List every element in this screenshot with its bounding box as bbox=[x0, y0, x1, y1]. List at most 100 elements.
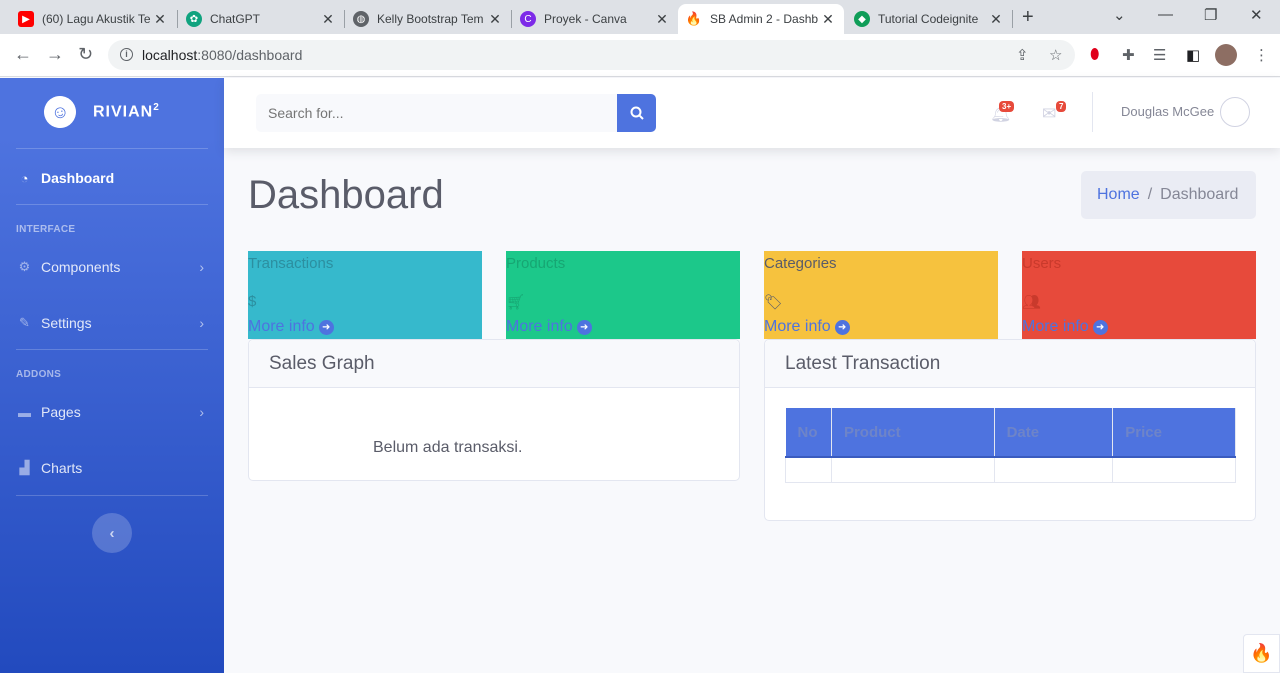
close-icon[interactable]: ✕ bbox=[320, 11, 336, 28]
card-header: Latest Transaction bbox=[765, 340, 1255, 388]
browser-tab-kelly[interactable]: ◍ Kelly Bootstrap Tem ✕ bbox=[345, 4, 511, 34]
search-input[interactable] bbox=[256, 94, 618, 132]
tab-search-chevron-icon[interactable]: ⌄ bbox=[1113, 6, 1126, 24]
stat-label: Users bbox=[1022, 255, 1062, 272]
breadcrumb: Home / Dashboard bbox=[1081, 171, 1256, 219]
sidebar-item-label: Charts bbox=[41, 460, 83, 476]
bookmark-star-icon[interactable]: ☆ bbox=[1049, 46, 1062, 64]
envelope-icon[interactable]: ✉ bbox=[1042, 104, 1056, 124]
sidebar: ☺ RIVIAN2 ◔ Dashboard INTERFACE ⚙ Compon… bbox=[0, 78, 224, 673]
search-button[interactable] bbox=[617, 94, 656, 132]
close-icon[interactable]: ✕ bbox=[654, 11, 670, 28]
messages-badge: 7 bbox=[1056, 101, 1067, 112]
column-header-no: No bbox=[785, 408, 832, 458]
sales-graph-card: Sales Graph Belum ada transaksi. bbox=[248, 339, 740, 481]
sidebar-item-dashboard[interactable]: ◔ Dashboard bbox=[16, 170, 208, 186]
new-tab-button[interactable]: + bbox=[1022, 6, 1034, 29]
sidebar-divider bbox=[16, 349, 208, 350]
more-info-label: More info bbox=[248, 318, 315, 335]
more-info-link[interactable]: More info ➜ bbox=[506, 318, 592, 336]
browser-tab-canva[interactable]: C Proyek - Canva ✕ bbox=[512, 4, 678, 34]
extensions-puzzle-icon[interactable]: ✚ bbox=[1122, 46, 1135, 64]
more-info-label: More info bbox=[764, 318, 831, 335]
wrench-icon: ✎ bbox=[19, 315, 30, 330]
sidebar-item-label: Pages bbox=[41, 404, 81, 420]
restore-button[interactable]: ❐ bbox=[1204, 6, 1217, 24]
browser-tab-tutorial[interactable]: ◆ Tutorial Codeignite ✕ bbox=[846, 4, 1012, 34]
users-icon: 👥︎ bbox=[1022, 294, 1042, 311]
breadcrumb-home-link[interactable]: Home bbox=[1097, 186, 1140, 204]
browser-tab-bar: ▶ (60) Lagu Akustik Te ✕ ✿ ChatGPT ✕ ◍ K… bbox=[0, 0, 1280, 34]
url-path: :8080/dashboard bbox=[197, 47, 303, 63]
close-icon[interactable]: ✕ bbox=[988, 11, 1004, 28]
latest-transaction-card: Latest Transaction No Product Date Price bbox=[764, 339, 1256, 521]
sidebar-item-components[interactable]: ⚙ Components › bbox=[16, 259, 208, 275]
more-info-link[interactable]: More info ➜ bbox=[248, 318, 334, 336]
close-icon[interactable]: ✕ bbox=[820, 11, 836, 28]
tachometer-icon: ◔ bbox=[20, 170, 29, 186]
arrow-circle-right-icon: ➜ bbox=[318, 319, 334, 335]
browser-tab-youtube[interactable]: ▶ (60) Lagu Akustik Te ✕ bbox=[10, 4, 176, 34]
search-icon bbox=[630, 106, 644, 120]
brand-name: RIVIAN2 bbox=[93, 102, 160, 121]
brand-text: RIVIAN bbox=[93, 103, 154, 121]
menu-kebab-icon[interactable]: ⋮ bbox=[1254, 46, 1269, 64]
sidebar-divider bbox=[16, 204, 208, 205]
table-row bbox=[785, 456, 1236, 483]
cog-icon: ⚙ bbox=[18, 259, 31, 274]
tab-title: Tutorial Codeignite bbox=[878, 12, 979, 26]
folder-icon: ▬ bbox=[18, 404, 31, 420]
more-info-link[interactable]: More info ➜ bbox=[764, 318, 850, 336]
media-control-icon[interactable]: ☰ bbox=[1153, 46, 1166, 64]
globe-icon: ◍ bbox=[353, 11, 369, 27]
breadcrumb-separator: / bbox=[1147, 186, 1153, 203]
minimize-button[interactable]: — bbox=[1158, 6, 1173, 23]
sidebar-item-settings[interactable]: ✎ Settings › bbox=[16, 315, 208, 331]
table-cell bbox=[993, 456, 1114, 483]
share-icon[interactable]: ⇪ bbox=[1016, 46, 1029, 64]
column-header-price: Price bbox=[1112, 408, 1236, 458]
sidebar-item-pages[interactable]: ▬ Pages › bbox=[16, 404, 208, 420]
address-bar[interactable]: i localhost:8080/dashboard ⇪ ☆ bbox=[108, 40, 1075, 70]
breadcrumb-current: Dashboard bbox=[1160, 186, 1239, 203]
sidebar-item-charts[interactable]: ▟ Charts bbox=[16, 460, 208, 476]
youtube-icon: ▶ bbox=[18, 11, 34, 27]
table-header-row: No Product Date Price bbox=[785, 408, 1236, 458]
more-info-label: More info bbox=[506, 318, 573, 335]
transactions-table: No Product Date Price bbox=[785, 408, 1236, 483]
table-cell bbox=[830, 456, 995, 483]
browser-tab-chatgpt[interactable]: ✿ ChatGPT ✕ bbox=[178, 4, 344, 34]
browser-tab-sb-admin[interactable]: 🔥 SB Admin 2 - Dashb ✕ bbox=[678, 4, 844, 34]
codeigniter-debug-toolbar-icon[interactable]: 🔥 bbox=[1243, 634, 1280, 673]
close-icon[interactable]: ✕ bbox=[152, 11, 168, 28]
arrow-circle-right-icon: ➜ bbox=[1092, 319, 1108, 335]
sidebar-brand[interactable]: ☺ RIVIAN2 bbox=[40, 92, 160, 132]
close-icon[interactable]: ✕ bbox=[487, 11, 503, 28]
stat-box-categories: Categories 🏷︎ More info ➜ bbox=[764, 251, 998, 339]
sidebar-heading-interface: INTERFACE bbox=[16, 224, 76, 235]
sidebar-toggle-button[interactable]: ‹ bbox=[92, 513, 132, 553]
chevron-right-icon: › bbox=[199, 404, 204, 420]
stat-label: Categories bbox=[764, 255, 837, 272]
more-info-link[interactable]: More info ➜ bbox=[1022, 318, 1108, 336]
profile-avatar[interactable] bbox=[1215, 44, 1237, 66]
site-info-icon[interactable]: i bbox=[120, 48, 133, 61]
forward-arrow-icon[interactable]: → bbox=[46, 44, 64, 65]
sidebar-divider bbox=[16, 495, 208, 496]
opera-extension-icon[interactable]: ⬮ bbox=[1090, 46, 1099, 63]
side-panel-icon[interactable]: ◧ bbox=[1186, 46, 1200, 64]
url-text[interactable]: localhost:8080/dashboard bbox=[142, 47, 302, 63]
chart-area-icon: ▟ bbox=[19, 460, 30, 475]
chatgpt-icon: ✿ bbox=[186, 11, 202, 27]
user-avatar[interactable] bbox=[1220, 97, 1250, 127]
column-header-product: Product bbox=[831, 408, 995, 458]
card-header: Sales Graph bbox=[249, 340, 739, 388]
reload-icon[interactable]: ↻ bbox=[78, 44, 93, 65]
tutorial-icon: ◆ bbox=[854, 11, 870, 27]
user-name[interactable]: Douglas McGee bbox=[1121, 104, 1214, 119]
table-cell bbox=[1112, 456, 1236, 483]
alerts-badge: 3+ bbox=[999, 101, 1015, 112]
back-arrow-icon[interactable]: ← bbox=[14, 44, 32, 65]
close-window-button[interactable]: ✕ bbox=[1250, 6, 1263, 24]
sidebar-item-label: Settings bbox=[41, 315, 92, 331]
